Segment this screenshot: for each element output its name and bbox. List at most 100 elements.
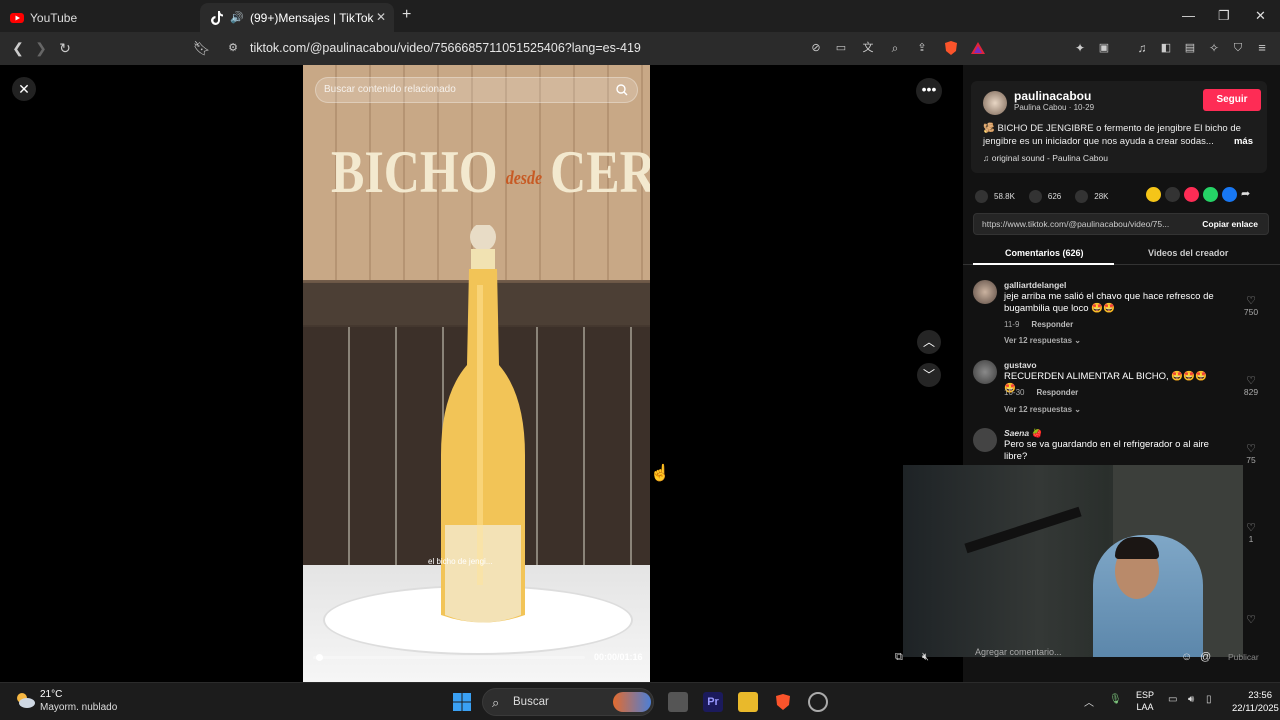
minimize-icon[interactable]: — bbox=[1182, 8, 1195, 23]
share-arrow-icon[interactable]: ➦ bbox=[1241, 187, 1256, 202]
share-icon[interactable]: ⇪ bbox=[914, 40, 930, 56]
previous-video-button[interactable]: ︿ bbox=[917, 330, 941, 354]
microphone-icon[interactable]: 🎙︎ bbox=[1109, 694, 1122, 705]
progress-handle[interactable] bbox=[315, 654, 323, 661]
speaker-icon[interactable]: 🔊 bbox=[230, 11, 244, 25]
comment-meta: 10-30 Responder bbox=[1004, 388, 1078, 397]
task-view-icon[interactable] bbox=[668, 692, 688, 712]
comment-avatar[interactable] bbox=[973, 360, 997, 384]
pip-icon[interactable]: ⧉ bbox=[895, 651, 911, 667]
reply-button[interactable]: Responder bbox=[1031, 320, 1073, 329]
volume-icon[interactable]: 🔇︎ bbox=[922, 651, 938, 667]
emoji-share-icon[interactable] bbox=[1146, 187, 1161, 202]
premiere-icon[interactable]: Pr bbox=[703, 692, 723, 712]
embed-icon[interactable] bbox=[1165, 187, 1180, 202]
comment-avatar[interactable] bbox=[973, 280, 997, 304]
tab-youtube[interactable]: YouTube bbox=[0, 3, 200, 32]
site-info-icon[interactable]: ⚙ bbox=[225, 40, 241, 56]
brave-shield-icon[interactable] bbox=[943, 40, 959, 56]
chrome-icon[interactable] bbox=[808, 692, 828, 712]
description-text: 🫚 BICHO DE JENGIBRE o fermento de jengib… bbox=[983, 123, 1241, 147]
author-username[interactable]: paulinacabou bbox=[1014, 89, 1091, 103]
more-options-button[interactable]: ••• bbox=[916, 78, 942, 104]
show-hidden-icons[interactable]: ︿ bbox=[1084, 694, 1094, 709]
comment-item: gustavo RECUERDEN ALIMENTAR AL BICHO, 🤩🤩… bbox=[971, 360, 1271, 420]
language-indicator[interactable]: ESP LAA bbox=[1136, 689, 1154, 713]
comment-username[interactable]: galliartdelangel bbox=[1004, 280, 1066, 290]
comment-like[interactable]: ♡ 750 bbox=[1239, 294, 1263, 317]
send-icon[interactable] bbox=[1184, 187, 1199, 202]
avatar[interactable] bbox=[983, 91, 1007, 115]
video-search-input[interactable]: Buscar contenido relacionado bbox=[315, 77, 638, 103]
network-icon[interactable]: ▭ bbox=[1168, 694, 1177, 705]
weather-desc[interactable]: Mayorm. nublado bbox=[40, 702, 117, 713]
comment-username[interactable]: Saena 🍓 bbox=[1004, 428, 1042, 439]
menu-icon[interactable]: ≡ bbox=[1254, 40, 1270, 56]
system-clock[interactable]: 23:56 22/11/2025 bbox=[1232, 689, 1279, 715]
reload-icon[interactable]: ↻ bbox=[57, 40, 73, 56]
next-video-button[interactable]: ﹀ bbox=[917, 363, 941, 387]
leo-icon[interactable]: ✧ bbox=[1206, 40, 1222, 56]
battery-icon[interactable]: ▯ bbox=[1206, 694, 1212, 705]
youtube-icon bbox=[10, 11, 24, 25]
reply-button[interactable]: Responder bbox=[1036, 388, 1078, 397]
music-icon[interactable]: ♫ bbox=[1134, 40, 1150, 56]
translate-icon[interactable]: 文 bbox=[860, 40, 876, 56]
mention-icon[interactable]: @ bbox=[1200, 651, 1216, 667]
tab-comments[interactable]: Comentarios (626) bbox=[1005, 248, 1084, 258]
save-count: 28K bbox=[1094, 191, 1109, 201]
view-replies-button[interactable]: Ver 12 respuestas ⌄ bbox=[1004, 405, 1081, 414]
emoji-icon[interactable]: ☺ bbox=[1181, 651, 1197, 667]
video-player[interactable]: Buscar contenido relacionado BICHO desde C… bbox=[303, 65, 650, 682]
brave-icon[interactable] bbox=[773, 692, 793, 712]
like-stat[interactable]: 58.8K bbox=[975, 189, 1015, 203]
more-link[interactable]: más bbox=[1234, 135, 1253, 148]
weather-temp[interactable]: 21°C bbox=[40, 689, 62, 700]
view-replies-button[interactable]: Ver 12 respuestas ⌄ bbox=[1004, 336, 1081, 345]
sidebar-icon[interactable]: ◧ bbox=[1158, 40, 1174, 56]
comment-input[interactable]: Agregar comentario... bbox=[975, 647, 1062, 657]
close-tab-icon[interactable]: ✕ bbox=[376, 10, 386, 24]
wallet-icon[interactable]: ▤ bbox=[1182, 40, 1198, 56]
follow-button[interactable]: Seguir bbox=[1203, 89, 1261, 111]
comment-like[interactable]: ♡ 829 bbox=[1239, 374, 1263, 397]
cast-icon[interactable]: ▭ bbox=[833, 40, 849, 56]
close-video-button[interactable]: ✕ bbox=[12, 77, 36, 101]
comment-avatar[interactable] bbox=[973, 428, 997, 452]
comment-stat[interactable]: 626 bbox=[1028, 189, 1061, 203]
back-icon[interactable]: ❮ bbox=[10, 40, 26, 56]
new-tab-icon[interactable]: + bbox=[402, 6, 411, 24]
heart-icon: ♡ bbox=[1246, 375, 1256, 387]
video-progress-bar[interactable] bbox=[313, 654, 585, 661]
close-window-icon[interactable]: ✕ bbox=[1255, 8, 1266, 24]
heart-icon: ♡ bbox=[1246, 295, 1256, 307]
volume-icon[interactable]: 🔊︎ bbox=[1188, 694, 1194, 705]
tab-tiktok[interactable]: 🔊 (99+)Mensajes | TikTok ✕ bbox=[200, 3, 394, 32]
publish-button[interactable]: Publicar bbox=[1228, 652, 1259, 662]
lang-secondary: LAA bbox=[1136, 702, 1154, 712]
extensions-icon[interactable]: ✦ bbox=[1072, 40, 1088, 56]
comment-text: jeje arriba me salió el chavo que hace r… bbox=[1004, 291, 1214, 314]
bookmark-icon[interactable]: 🔖︎ bbox=[193, 40, 211, 56]
taskbar-search[interactable]: ⌕ Buscar bbox=[482, 688, 654, 716]
address-bar[interactable]: tiktok.com/@paulinacabou/video/756668571… bbox=[250, 41, 641, 55]
tiktok-icon bbox=[210, 10, 224, 25]
facebook-icon[interactable] bbox=[1222, 187, 1237, 202]
copy-link-button[interactable]: Copiar enlace bbox=[1202, 219, 1258, 229]
whatsapp-icon[interactable] bbox=[1203, 187, 1218, 202]
comment-like-count: 829 bbox=[1243, 387, 1259, 397]
forward-icon[interactable]: ❯ bbox=[33, 40, 49, 56]
brave-rewards-icon[interactable] bbox=[970, 40, 986, 56]
media-icon[interactable]: ⊘ bbox=[808, 40, 824, 56]
sound-link[interactable]: ♫ original sound - Paulina Cabou bbox=[983, 153, 1108, 163]
comment-like[interactable]: ♡ 75 bbox=[1239, 442, 1263, 465]
tab-creator-videos[interactable]: Videos del creador bbox=[1148, 248, 1228, 258]
restore-icon[interactable]: ❐ bbox=[1218, 8, 1230, 24]
save-stat[interactable]: 28K bbox=[1075, 189, 1109, 203]
file-explorer-icon[interactable] bbox=[738, 692, 758, 712]
windows-start-icon[interactable] bbox=[452, 692, 472, 712]
zoom-icon[interactable]: ⌕ bbox=[887, 40, 903, 56]
tab-search-icon[interactable]: ▣ bbox=[1096, 40, 1112, 56]
vpn-icon[interactable]: ⛉ bbox=[1230, 40, 1246, 56]
comment-username[interactable]: gustavo bbox=[1004, 360, 1037, 370]
